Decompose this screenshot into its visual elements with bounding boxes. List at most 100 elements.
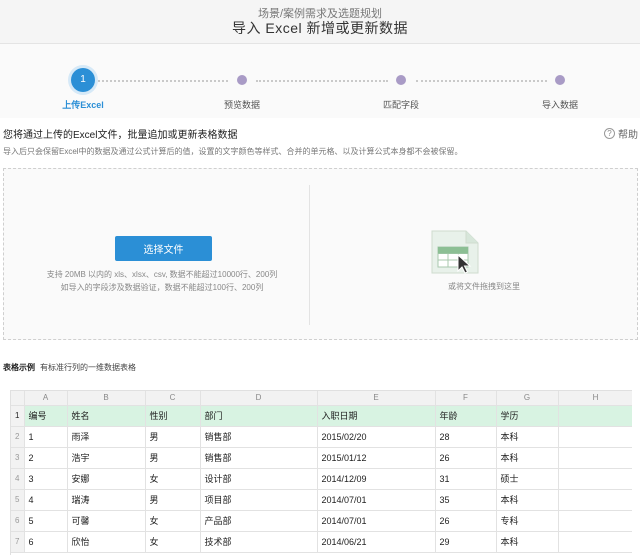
example-sheet: A B C D E F G H 1 编号 姓名 性别 部门 入职日期 年龄 学历…: [10, 390, 632, 555]
step-label: 上传Excel: [62, 100, 104, 110]
table-cell: [558, 468, 632, 490]
header-cell: 部门: [200, 405, 318, 427]
table-cell: 26: [435, 447, 497, 469]
table-cell: [558, 510, 632, 532]
table-cell: 技术部: [200, 531, 318, 553]
step-dot: [396, 75, 406, 85]
table-row: 7 6 欣怡 女 技术部 2014/06/21 29 本科: [11, 531, 632, 553]
step-number-badge: 1: [71, 68, 95, 92]
table-cell: 28: [435, 426, 497, 448]
table-row: 4 3 安娜 女 设计部 2014/12/09 31 硕士: [11, 468, 632, 490]
header-cell: 性别: [145, 405, 201, 427]
row-number: 7: [11, 531, 25, 553]
column-header: F: [435, 391, 497, 406]
table-cell: [558, 489, 632, 511]
table-cell: 硕士: [496, 468, 559, 490]
step-connector: [416, 80, 547, 82]
step-connector: [256, 80, 388, 82]
spreadsheet-file-icon: [431, 230, 479, 274]
table-cell: 3: [24, 468, 68, 490]
table-cell: 2014/06/21: [317, 531, 436, 553]
table-cell: 瑞涛: [67, 489, 146, 511]
header-cell: 入职日期: [317, 405, 436, 427]
table-cell: 女: [145, 531, 201, 553]
table-cell: 35: [435, 489, 497, 511]
header-cell: 编号: [24, 405, 68, 427]
example-label: 表格示例 有标准行列的一维数据表格: [3, 362, 136, 373]
table-cell: 1: [24, 426, 68, 448]
table-cell: 女: [145, 510, 201, 532]
table-cell: 可馨: [67, 510, 146, 532]
table-row: 2 1 雨泽 男 销售部 2015/02/20 28 本科: [11, 426, 632, 448]
column-header: B: [67, 391, 146, 406]
row-number: 6: [11, 510, 25, 532]
table-cell: 29: [435, 531, 497, 553]
table-cell: 4: [24, 489, 68, 511]
column-header: A: [24, 391, 68, 406]
table-cell: 31: [435, 468, 497, 490]
table-cell: 2015/02/20: [317, 426, 436, 448]
table-cell: 安娜: [67, 468, 146, 490]
row-number: 2: [11, 426, 25, 448]
row-number: 1: [11, 405, 25, 427]
page-title: 导入 Excel 新增或更新数据: [231, 20, 408, 36]
table-cell: [558, 447, 632, 469]
header-cell: [558, 405, 632, 427]
table-cell: 欣怡: [67, 531, 146, 553]
example-title: 表格示例: [3, 363, 35, 372]
step-dot: [555, 75, 565, 85]
column-header: G: [496, 391, 559, 406]
table-cell: 2014/12/09: [317, 468, 436, 490]
header-cell: 姓名: [67, 405, 146, 427]
example-table: A B C D E F G H 1 编号 姓名 性别 部门 入职日期 年龄 学历…: [11, 391, 632, 553]
table-cell: 销售部: [200, 426, 318, 448]
table-cell: 项目部: [200, 489, 318, 511]
column-header: D: [200, 391, 318, 406]
upload-dropzone[interactable]: 选择文件 支持 20MB 以内的 xls、xlsx、csv, 数据不能超过100…: [3, 168, 638, 340]
column-header: H: [558, 391, 632, 406]
table-cell: 男: [145, 447, 201, 469]
table-cell: 男: [145, 426, 201, 448]
table-cell: 2014/07/01: [317, 510, 436, 532]
intro-title: 您将通过上传的Excel文件，批量追加或更新表格数据: [3, 130, 238, 141]
upload-limit-hint: 支持 20MB 以内的 xls、xlsx、csv, 数据不能超过10000行、2…: [46, 270, 278, 279]
table-cell: 产品部: [200, 510, 318, 532]
table-cell: 男: [145, 489, 201, 511]
row-number: 3: [11, 447, 25, 469]
import-steps: 1 上传Excel 预览数据 匹配字段 导入数据: [0, 44, 640, 118]
table-cell: 销售部: [200, 447, 318, 469]
example-subtitle: 有标准行列的一维数据表格: [40, 363, 136, 372]
page-header: 场景/案例需求及选题规划 导入 Excel 新增或更新数据: [0, 0, 640, 44]
table-cell: 本科: [496, 489, 559, 511]
table-cell: 2014/07/01: [317, 489, 436, 511]
row-number: 4: [11, 468, 25, 490]
help-label: 帮助: [618, 130, 638, 141]
step-label: 预览数据: [223, 100, 260, 110]
step-dot: [237, 75, 247, 85]
drop-hint: 或将文件拖拽到这里: [448, 282, 520, 291]
table-header-row: 1 编号 姓名 性别 部门 入职日期 年龄 学历: [11, 405, 632, 427]
question-circle-icon: ?: [604, 128, 615, 139]
table-cell: 2015/01/12: [317, 447, 436, 469]
table-cell: [558, 531, 632, 553]
corner-cell: [11, 391, 25, 406]
table-row: 6 5 可馨 女 产品部 2014/07/01 26 专科: [11, 510, 632, 532]
table-cell: 本科: [496, 531, 559, 553]
help-link[interactable]: ? 帮助: [604, 126, 638, 141]
header-cell: 学历: [496, 405, 559, 427]
table-cell: 专科: [496, 510, 559, 532]
upload-divider: [309, 185, 310, 325]
table-cell: 女: [145, 468, 201, 490]
column-header-row: A B C D E F G H: [11, 391, 632, 406]
table-cell: 26: [435, 510, 497, 532]
choose-file-button[interactable]: 选择文件: [115, 236, 212, 261]
table-cell: 本科: [496, 426, 559, 448]
table-cell: [558, 426, 632, 448]
row-number: 5: [11, 489, 25, 511]
table-row: 3 2 浩宇 男 销售部 2015/01/12 26 本科: [11, 447, 632, 469]
table-cell: 2: [24, 447, 68, 469]
column-header: E: [317, 391, 436, 406]
step-connector: [98, 80, 228, 82]
step-label: 导入数据: [541, 100, 578, 110]
step-label: 匹配字段: [382, 100, 419, 110]
